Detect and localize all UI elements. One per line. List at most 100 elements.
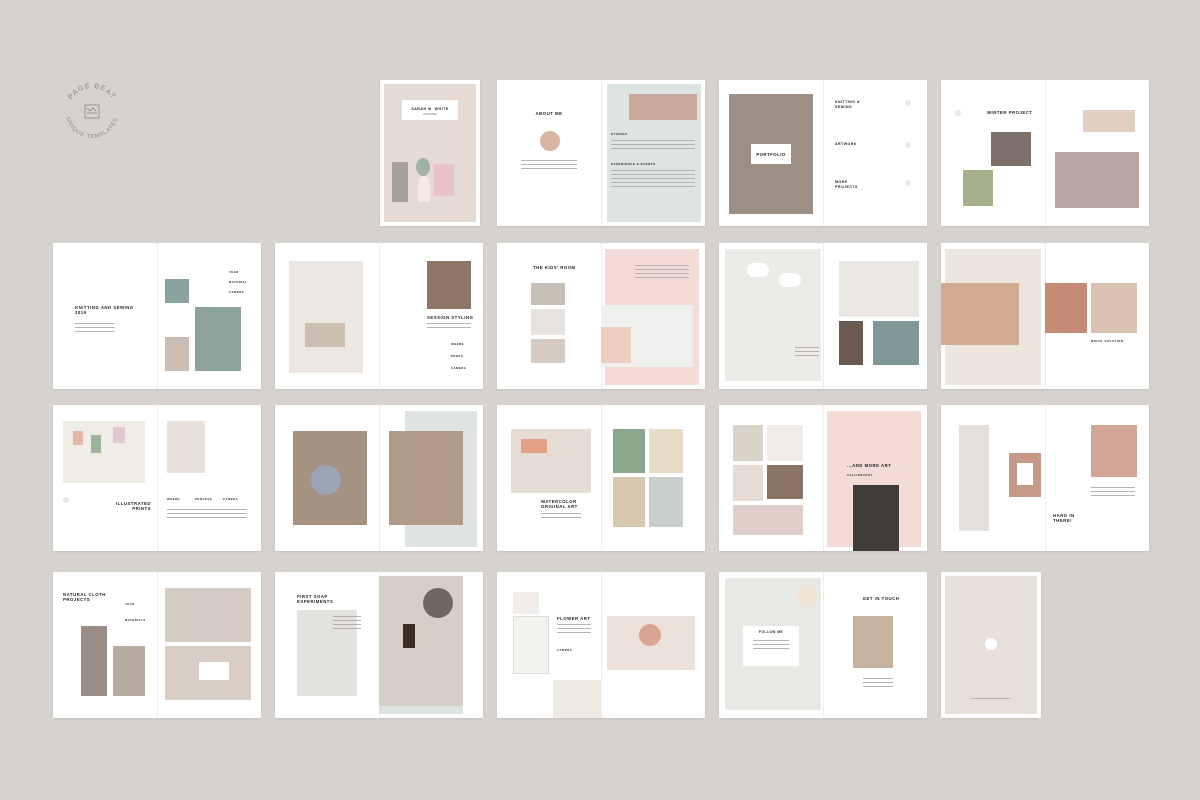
contact-coffee xyxy=(797,586,817,606)
knitting-photo-3 xyxy=(195,307,241,371)
winter-title: WINTER PROJECT xyxy=(987,110,1033,115)
spread-toys[interactable] xyxy=(719,243,927,389)
spread-portfolio[interactable]: PORTFOLIO KNITTING & SEWING ARTWORK MORE… xyxy=(719,80,927,226)
spread-kids[interactable]: THE KIDS' ROOM xyxy=(497,243,705,389)
portfolio-dot-2 xyxy=(905,142,911,148)
spread-cloth[interactable]: NATURAL CLOTH PROJECTS YEAR MATERIALS xyxy=(53,572,261,718)
knitting-title: KNITTING AND SEWING 2019 xyxy=(75,305,134,315)
flower-photo-1 xyxy=(513,592,539,614)
session-label-where: WHERE xyxy=(451,342,464,346)
back-cover-logo xyxy=(985,638,997,650)
spread-contact[interactable]: FOLLOW ME GET IN TOUCH xyxy=(719,572,927,718)
cloth-title: NATURAL CLOTH PROJECTS xyxy=(63,592,106,602)
spread-flower[interactable]: FLOWER ART CAMERA xyxy=(497,572,705,718)
watercolor-art xyxy=(521,439,547,453)
about-experience-label: EXPERIENCE & EVENTS xyxy=(611,162,656,166)
moreart-calligraphy-photo xyxy=(853,485,899,551)
flower-label-camera: CAMERA xyxy=(557,648,573,652)
spread-session[interactable]: SESSION STYLING WHERE PROPS CAMERA xyxy=(275,243,483,389)
session-label-props: PROPS xyxy=(451,354,464,358)
winter-photo-3 xyxy=(1083,110,1135,132)
cover-title: SARAH M. WHITE xyxy=(411,107,449,111)
moreart-photo-3 xyxy=(733,465,763,501)
moreart-photo-2 xyxy=(767,425,803,461)
session-hero-photo xyxy=(289,261,363,373)
spread-moreart[interactable]: ...AND MORE ART CALLIGRAPHY xyxy=(719,405,927,551)
cover-pink-card-image xyxy=(434,164,454,196)
spread-hang[interactable]: HANG IN THERE! xyxy=(941,405,1149,551)
spread-brick[interactable]: BRICK VACATION xyxy=(941,243,1149,389)
cover-subtitle: Art Portfolio xyxy=(423,113,437,116)
winter-photo-4 xyxy=(1055,152,1139,208)
cloth-label-year: YEAR xyxy=(125,602,135,606)
watercolor-photo-5 xyxy=(649,477,683,527)
floral-flower xyxy=(311,465,341,495)
prints-frame-photo xyxy=(167,421,205,473)
knitting-photo-2 xyxy=(165,337,189,371)
prints-label-process: PROCESS xyxy=(195,497,213,501)
spread-floral[interactable] xyxy=(275,405,483,551)
contact-follow-title: FOLLOW ME xyxy=(759,630,783,634)
contact-photo-2 xyxy=(853,616,893,668)
kids-fabric-photo xyxy=(601,327,631,363)
flower-title: FLOWER ART xyxy=(557,616,591,621)
moreart-photo-5 xyxy=(733,505,803,535)
brick-title: BRICK VACATION xyxy=(1091,339,1124,343)
watercolor-photo-2 xyxy=(613,429,645,473)
svg-text:PAGE BEAT: PAGE BEAT xyxy=(67,83,117,101)
about-title: ABOUT ME xyxy=(535,111,563,116)
prints-label-camera: CAMERA xyxy=(223,497,239,501)
spread-back-cover[interactable] xyxy=(941,572,1041,718)
brick-photo-1 xyxy=(941,283,1019,345)
toys-cloud-1 xyxy=(747,263,769,277)
cover-plant-image xyxy=(416,158,430,176)
watercolor-photo-3 xyxy=(649,429,683,473)
cloth-photo-2 xyxy=(113,646,145,696)
moreart-photo-1 xyxy=(733,425,763,461)
logo-text-bottom: UNIQUE TEMPLATES xyxy=(65,116,119,140)
portfolio-menu-3[interactable]: MORE PROJECTS xyxy=(835,180,865,190)
cloth-label-materials: MATERIALS xyxy=(125,618,146,622)
spread-about[interactable]: ABOUT ME STUDIES EXPERIENCE & EVENTS xyxy=(497,80,705,226)
prints-title: ILLUSTRATED PRINTS xyxy=(115,501,151,511)
portfolio-title: PORTFOLIO xyxy=(756,152,786,157)
about-avatar xyxy=(539,130,561,152)
winter-photo-2 xyxy=(963,170,993,206)
kids-photo-2 xyxy=(531,309,565,335)
spread-winter[interactable]: WINTER PROJECT xyxy=(941,80,1149,226)
portfolio-menu-2[interactable]: ARTWORK xyxy=(835,142,865,147)
toys-photo-4 xyxy=(873,321,919,365)
session-chair-photo xyxy=(305,323,345,347)
portfolio-dot-3 xyxy=(905,180,911,186)
kids-photo-1 xyxy=(531,283,565,305)
spread-cover[interactable]: SARAH M. WHITE Art Portfolio xyxy=(380,80,480,226)
toys-cloud-2 xyxy=(779,273,801,287)
brick-photo-3 xyxy=(1091,283,1137,333)
hang-title: HANG IN THERE! xyxy=(1053,513,1075,523)
spread-soap[interactable]: FIRST SOAP EXPERIMENTS xyxy=(275,572,483,718)
cover-basket-image xyxy=(392,162,408,202)
toys-bear-photo xyxy=(725,249,821,381)
about-top-photo xyxy=(629,94,697,120)
moreart-photo-4 xyxy=(767,465,803,499)
prints-art-2 xyxy=(91,435,101,453)
brick-photo-2 xyxy=(1045,283,1087,333)
session-title: SESSION STYLING xyxy=(427,315,474,320)
flower-frame-photo xyxy=(513,616,549,674)
knitting-label-year: YEAR xyxy=(229,270,239,274)
soap-bowl xyxy=(423,588,453,618)
logo-text-top: PAGE BEAT xyxy=(67,83,115,101)
soap-title: FIRST SOAP EXPERIMENTS xyxy=(297,594,334,604)
portfolio-menu-1[interactable]: KNITTING & SEWING xyxy=(835,100,865,110)
spread-prints[interactable]: ILLUSTRATED PRINTS WHERE PROCESS CAMERA xyxy=(53,405,261,551)
floral-photo-2 xyxy=(389,431,463,525)
spread-watercolor[interactable]: WATERCOLOR ORIGINAL ART xyxy=(497,405,705,551)
about-studies-label: STUDIES xyxy=(611,132,628,136)
kids-title: THE KIDS' ROOM xyxy=(533,265,576,270)
svg-text:UNIQUE TEMPLATES: UNIQUE TEMPLATES xyxy=(65,116,120,140)
kids-photo-3 xyxy=(531,339,565,363)
watercolor-title: WATERCOLOR ORIGINAL ART xyxy=(541,499,578,509)
flower-photo-3 xyxy=(553,680,601,718)
prints-label-where: WHERE xyxy=(167,497,180,501)
spread-knitting[interactable]: KNITTING AND SEWING 2019 YEAR MATERIAL C… xyxy=(53,243,261,389)
